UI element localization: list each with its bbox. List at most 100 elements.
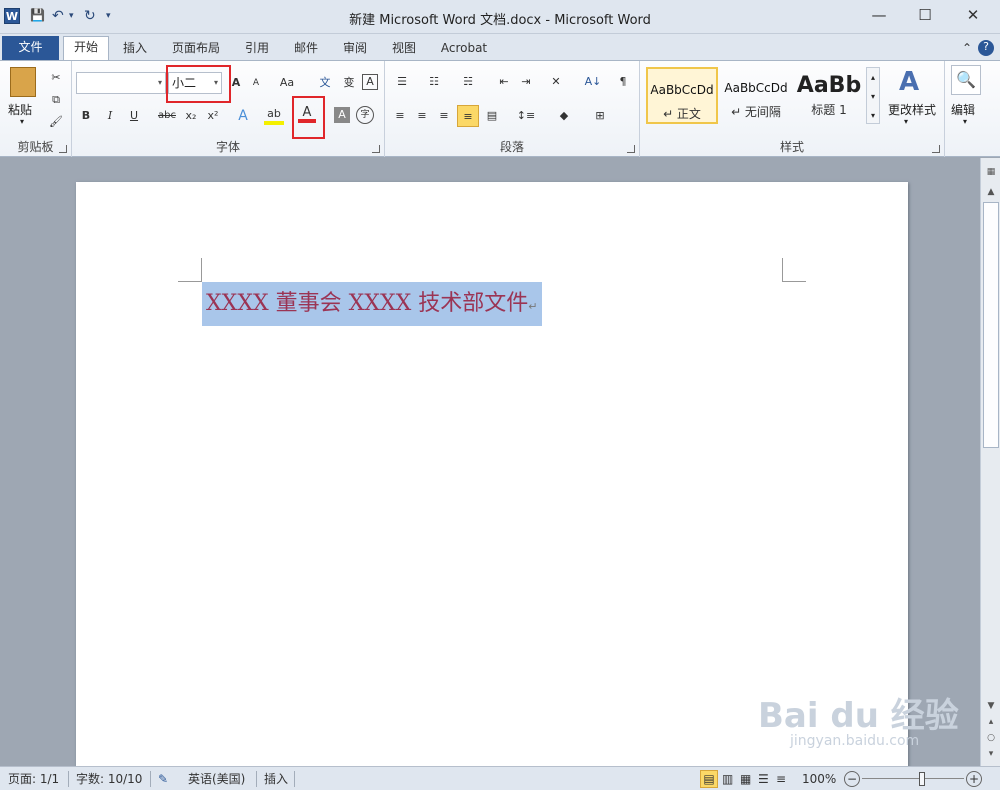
scroll-up-icon[interactable]: ▲ [983, 184, 999, 200]
editing-button[interactable]: 编辑 [951, 101, 975, 118]
change-case-button[interactable]: Aa [276, 74, 298, 92]
change-styles-button[interactable]: 更改样式 [884, 101, 940, 118]
strikethrough-button[interactable]: abc [156, 107, 178, 125]
divider [294, 771, 295, 787]
char-shading-button[interactable]: A [334, 107, 350, 123]
tab-page-layout[interactable]: 页面布局 [166, 38, 226, 60]
char-border-icon[interactable]: A [362, 74, 378, 90]
superscript-button[interactable]: x² [204, 107, 222, 125]
style-normal[interactable]: AaBbCcDd ↵ 正文 [646, 67, 718, 124]
scroll-down-icon[interactable]: ▼ [983, 698, 999, 714]
scroll-thumb[interactable] [983, 202, 999, 448]
zoom-slider-thumb[interactable] [919, 772, 926, 786]
styles-scroll[interactable]: ▴ ▾ ▾ [866, 67, 880, 124]
tab-file[interactable]: 文件 [2, 36, 59, 60]
show-marks-button[interactable]: ¶ [615, 73, 631, 91]
chinese-layout-icon[interactable]: ✕ [545, 73, 567, 91]
reading-layout-icon[interactable]: ▥ [722, 771, 733, 787]
ruler-toggle-icon[interactable]: ▦ [983, 164, 999, 180]
print-layout-icon[interactable]: ▤ [700, 770, 718, 788]
cut-icon[interactable]: ✂ [48, 69, 64, 87]
grow-font-button[interactable]: A [228, 74, 244, 92]
italic-button[interactable]: I [102, 107, 118, 125]
align-left-icon[interactable]: ≡ [391, 107, 409, 125]
styles-launcher-icon[interactable] [932, 145, 940, 153]
pinyin-icon[interactable]: 文 [316, 74, 334, 92]
justify-icon[interactable]: ≡ [457, 105, 479, 127]
bullets-icon[interactable]: ☰ [391, 73, 413, 91]
paste-icon[interactable] [10, 67, 36, 97]
zoom-slider-track[interactable] [862, 778, 964, 779]
distributed-icon[interactable]: ▤ [483, 107, 501, 125]
vertical-scrollbar[interactable]: ▦ ▲ ▼ ▴ ○ ▾ [980, 158, 1000, 766]
style-name: ↵ 正文 [663, 107, 701, 121]
document-text[interactable]: XXXX 董事会 XXXX 技术部文件 [206, 291, 528, 316]
window-title: 新建 Microsoft Word 文档.docx - Microsoft Wo… [349, 13, 651, 28]
watermark-logo: Bai du 经验 [758, 696, 959, 736]
word-count[interactable]: 字数: 10/10 [76, 771, 142, 787]
shading-icon[interactable]: ◆ [551, 107, 577, 125]
style-sample: AaBbCcDd [650, 83, 714, 97]
tab-acrobat[interactable]: Acrobat [434, 38, 494, 60]
draft-icon[interactable]: ≡ [776, 771, 786, 787]
numbering-icon[interactable]: ☷ [423, 73, 445, 91]
browse-object-icon[interactable]: ○ [983, 730, 999, 746]
tab-home[interactable]: 开始 [63, 36, 109, 61]
paragraph-label: 段落 [499, 140, 524, 154]
enclose-char-button[interactable]: 字 [356, 106, 374, 124]
change-styles-icon[interactable]: A [894, 67, 924, 97]
selected-text-line[interactable]: XXXX 董事会 XXXX 技术部文件↵ [202, 282, 542, 326]
shrink-font-button[interactable]: A [248, 74, 264, 92]
divider [256, 771, 257, 787]
close-button[interactable]: ✕ [950, 2, 996, 30]
minimize-button[interactable]: — [856, 2, 902, 30]
align-right-icon[interactable]: ≡ [435, 107, 453, 125]
tab-references[interactable]: 引用 [238, 38, 276, 60]
style-no-spacing[interactable]: AaBbCcDd ↵ 无间隔 [720, 67, 792, 124]
multilevel-list-icon[interactable]: ☵ [457, 73, 479, 91]
collapse-ribbon-icon[interactable]: ⌃ [960, 38, 974, 60]
tab-review[interactable]: 审阅 [336, 38, 374, 60]
proofing-icon[interactable]: ✎ [158, 771, 168, 787]
font-name-combo[interactable]: ▾ [76, 72, 166, 94]
margin-corner-tl [178, 258, 202, 282]
find-icon[interactable]: 🔍 [951, 65, 981, 95]
next-page-icon[interactable]: ▾ [983, 746, 999, 762]
font-launcher-icon[interactable] [372, 145, 380, 153]
align-center-icon[interactable]: ≡ [413, 107, 431, 125]
language[interactable]: 英语(美国) [188, 771, 245, 787]
bold-button[interactable]: B [78, 107, 94, 125]
prev-page-icon[interactable]: ▴ [983, 714, 999, 730]
outline-icon[interactable]: ☰ [758, 771, 769, 787]
tab-insert[interactable]: 插入 [116, 38, 154, 60]
text-effects-button[interactable]: A [234, 107, 252, 125]
zoom-out-button[interactable]: − [844, 771, 860, 787]
title-bar: W 💾 ↶ ▾ ↻ ▾ 新建 Microsoft Word 文档.docx - … [0, 0, 1000, 34]
clear-format-icon[interactable]: 变 [340, 74, 358, 92]
style-name: ↵ 无间隔 [731, 105, 781, 119]
tab-mailings[interactable]: 邮件 [287, 38, 325, 60]
style-heading-1[interactable]: AaBb 标题 1 [794, 67, 864, 124]
tab-view[interactable]: 视图 [385, 38, 423, 60]
sort-button[interactable]: A↓ [583, 73, 603, 91]
page-count[interactable]: 页面: 1/1 [8, 771, 59, 787]
help-icon[interactable]: ? [978, 40, 994, 56]
borders-icon[interactable]: ⊞ [587, 107, 613, 125]
zoom-level[interactable]: 100% [802, 771, 836, 787]
decrease-indent-icon[interactable]: ⇤ [495, 73, 513, 91]
increase-indent-icon[interactable]: ⇥ [517, 73, 535, 91]
underline-button[interactable]: U [126, 107, 142, 125]
subscript-button[interactable]: x₂ [182, 107, 200, 125]
highlight-button[interactable]: ab [264, 107, 284, 125]
clipboard-launcher-icon[interactable] [59, 145, 67, 153]
paste-button[interactable]: 粘贴 [8, 101, 32, 118]
zoom-in-button[interactable]: + [966, 771, 982, 787]
format-painter-icon[interactable]: 🖌 [48, 113, 64, 131]
web-layout-icon[interactable]: ▦ [740, 771, 751, 787]
line-spacing-icon[interactable]: ↕≡ [513, 107, 539, 125]
insert-mode[interactable]: 插入 [264, 771, 288, 787]
maximize-button[interactable]: ☐ [902, 2, 948, 30]
copy-icon[interactable]: ⧉ [48, 91, 64, 109]
paste-dropdown-icon[interactable]: ▾ [20, 117, 24, 126]
paragraph-launcher-icon[interactable] [627, 145, 635, 153]
